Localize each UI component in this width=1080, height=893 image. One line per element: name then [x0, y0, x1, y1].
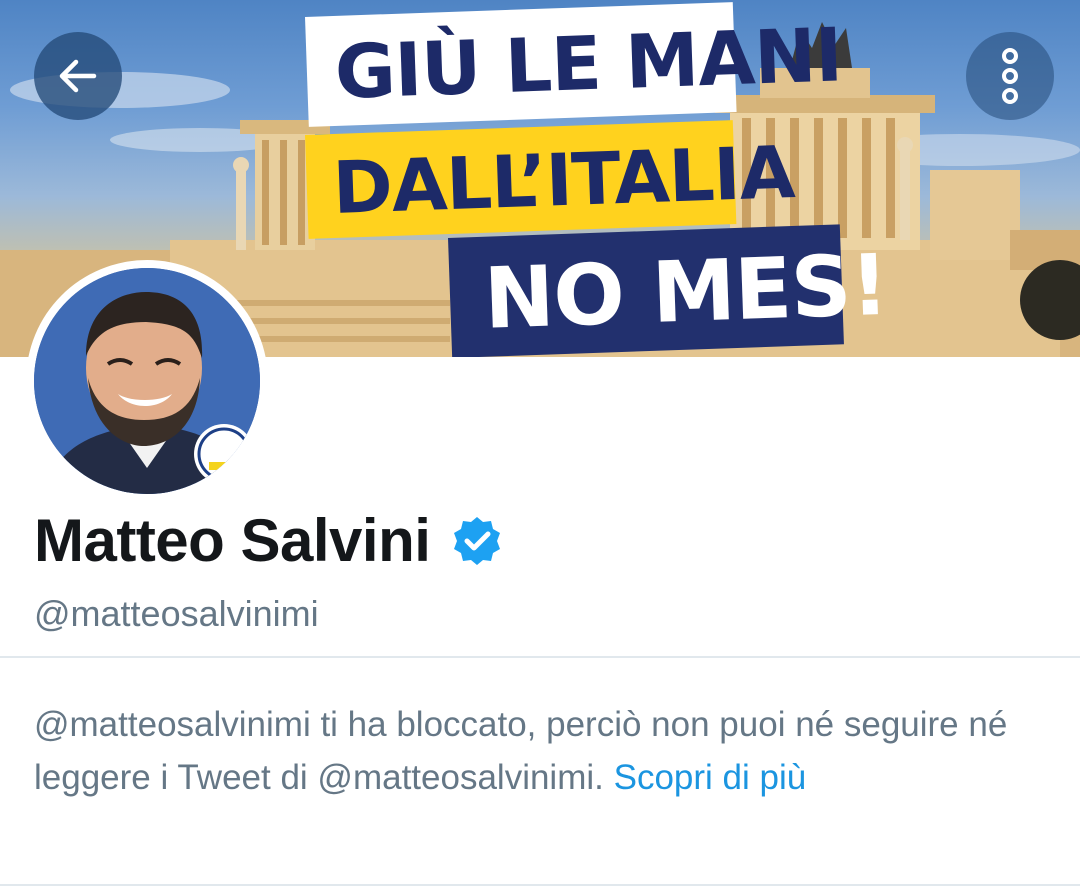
more-vertical-icon	[1002, 48, 1018, 104]
profile-name-row: Matteo Salvini	[34, 506, 504, 575]
blocked-notice-text: @matteosalvinimi ti ha bloccato, perciò …	[34, 705, 1008, 797]
arrow-left-icon	[59, 59, 97, 93]
more-options-button[interactable]	[966, 32, 1054, 120]
profile-handle: @matteosalvinimi	[34, 593, 319, 634]
bottom-divider	[0, 884, 1080, 886]
profile-screen: GIÙ LE MANI DALL’ITALIA NO MES! Matteo S…	[0, 0, 1080, 893]
verified-badge-icon	[450, 514, 504, 568]
blocked-notice: @matteosalvinimi ti ha bloccato, perciò …	[34, 698, 1044, 804]
banner-slogan-line-1: GIÙ LE MANI	[305, 2, 843, 127]
display-name: Matteo Salvini	[34, 507, 431, 574]
section-divider	[0, 656, 1080, 658]
banner-slogan-line-2: DALL’ITALIA	[305, 120, 796, 239]
back-button[interactable]	[34, 32, 122, 120]
avatar[interactable]	[26, 260, 268, 502]
avatar-photo	[34, 268, 260, 494]
banner-slogan-line-3: NO MES!	[448, 224, 889, 357]
learn-more-link[interactable]: Scopri di più	[614, 758, 807, 797]
